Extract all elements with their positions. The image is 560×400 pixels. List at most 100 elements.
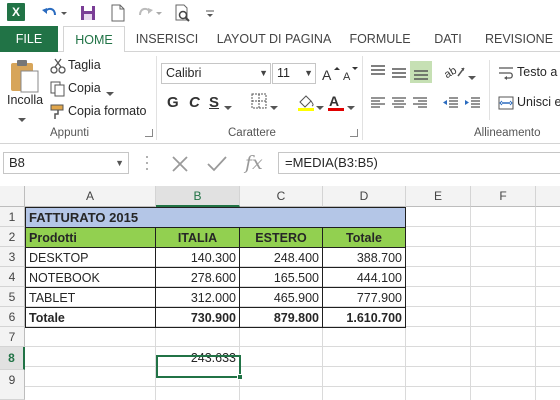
redo-icon[interactable] (135, 3, 155, 23)
tab-insert[interactable]: INSERISCI (131, 26, 203, 52)
column-header-f[interactable]: F (471, 186, 536, 207)
row-header-2[interactable]: 2 (0, 227, 25, 247)
row-header-6[interactable]: 6 (0, 307, 25, 327)
copy-dropdown-icon[interactable] (106, 86, 114, 100)
tab-file[interactable]: FILE (0, 26, 58, 52)
select-all-corner[interactable] (0, 186, 25, 207)
insert-function-button[interactable]: fx (245, 152, 263, 174)
table-cell-product[interactable]: NOTEBOOK (25, 267, 156, 288)
header-cell-estero[interactable]: ESTERO (239, 227, 323, 248)
header-cell-italia[interactable]: ITALIA (155, 227, 240, 248)
merge-center-icon[interactable] (498, 95, 514, 114)
total-label-cell[interactable]: Totale (25, 307, 156, 328)
print-preview-icon[interactable] (172, 3, 192, 23)
wrap-text-icon[interactable] (498, 65, 514, 84)
table-cell-estero[interactable]: 165.500 (239, 267, 323, 288)
row-header-3[interactable]: 3 (0, 247, 25, 267)
copy-icon[interactable] (50, 81, 66, 100)
fill-handle[interactable] (237, 374, 243, 380)
align-right-icon[interactable] (411, 96, 429, 113)
row-header-8[interactable]: 8 (0, 347, 25, 370)
paste-dropdown-icon[interactable] (17, 112, 27, 126)
fill-color-icon[interactable] (296, 92, 316, 115)
underline-button[interactable]: S (209, 94, 219, 111)
total-totale-cell[interactable]: 1.610.700 (322, 307, 406, 328)
font-color-icon[interactable]: A (326, 92, 346, 115)
table-cell-product[interactable]: TABLET (25, 287, 156, 308)
new-document-icon[interactable] (108, 3, 128, 23)
row-header-9[interactable]: 9 (0, 370, 25, 400)
paste-button[interactable]: Incolla (7, 93, 43, 107)
format-painter-button[interactable]: Copia formato (68, 104, 147, 118)
font-size-select[interactable]: 11 ▼ (272, 63, 316, 84)
borders-icon[interactable] (251, 93, 267, 112)
header-cell-products[interactable]: Prodotti (25, 227, 156, 248)
fill-color-dropdown-icon[interactable] (316, 100, 324, 114)
table-cell-italia[interactable]: 312.000 (155, 287, 240, 308)
underline-dropdown-icon[interactable] (224, 100, 232, 114)
font-color-dropdown-icon[interactable] (347, 100, 355, 114)
decrease-font-icon[interactable]: A (343, 66, 361, 85)
cancel-icon[interactable] (170, 154, 190, 177)
font-launcher-icon[interactable] (350, 129, 358, 137)
formula-bar-grip-icon[interactable] (145, 153, 149, 176)
save-icon[interactable] (78, 3, 98, 23)
row-header-7[interactable]: 7 (0, 327, 25, 347)
table-cell-totale[interactable]: 388.700 (322, 247, 406, 268)
decrease-indent-icon[interactable] (442, 96, 460, 113)
italic-button[interactable]: C (189, 94, 200, 111)
increase-indent-icon[interactable] (464, 96, 482, 113)
merge-center-button[interactable]: Unisci e (517, 95, 560, 109)
cut-icon[interactable] (50, 58, 66, 77)
row-header-4[interactable]: 4 (0, 267, 25, 287)
wrap-text-button[interactable]: Testo a (517, 65, 557, 79)
column-header-d[interactable]: D (323, 186, 406, 207)
orientation-dropdown-icon[interactable] (468, 70, 476, 84)
tab-page-layout[interactable]: LAYOUT DI PAGINA (210, 26, 338, 52)
row-header-1[interactable]: 1 (0, 207, 25, 227)
table-cell-italia[interactable]: 140.300 (155, 247, 240, 268)
table-cell-totale[interactable]: 777.900 (322, 287, 406, 308)
column-header-e[interactable]: E (406, 186, 471, 207)
tab-formulas[interactable]: FORMULE (345, 26, 415, 52)
font-family-select[interactable]: Calibri ▼ (161, 63, 271, 84)
formula-input[interactable]: =MEDIA(B3:B5) (278, 152, 560, 174)
tab-data[interactable]: DATI (424, 26, 472, 52)
title-cell[interactable]: FATTURATO 2015 (25, 207, 406, 228)
align-middle-icon[interactable] (390, 64, 408, 83)
row-header-5[interactable]: 5 (0, 287, 25, 307)
tab-review[interactable]: REVISIONE (480, 26, 558, 52)
undo-icon[interactable] (40, 3, 60, 23)
table-cell-product[interactable]: DESKTOP (25, 247, 156, 268)
total-estero-cell[interactable]: 879.800 (239, 307, 323, 328)
column-header-next[interactable] (536, 186, 560, 207)
table-cell-italia[interactable]: 278.600 (155, 267, 240, 288)
undo-dropdown-icon[interactable] (60, 3, 68, 23)
enter-icon[interactable] (206, 154, 228, 177)
orientation-icon[interactable]: ab (442, 62, 466, 83)
redo-dropdown-icon[interactable] (155, 3, 163, 23)
table-cell-estero[interactable]: 248.400 (239, 247, 323, 268)
tab-home[interactable]: HOME (63, 26, 125, 53)
align-left-icon[interactable] (369, 96, 387, 113)
column-header-b[interactable]: B (156, 186, 240, 207)
paste-icon[interactable] (8, 58, 40, 97)
column-header-c[interactable]: C (240, 186, 323, 207)
table-cell-totale[interactable]: 444.100 (322, 267, 406, 288)
increase-font-icon[interactable]: A (322, 66, 340, 85)
align-bottom-icon[interactable] (410, 61, 432, 83)
table-cell-estero[interactable]: 465.900 (239, 287, 323, 308)
column-header-a[interactable]: A (25, 186, 156, 207)
header-cell-totale[interactable]: Totale (322, 227, 406, 248)
name-box[interactable]: B8 ▼ (3, 152, 129, 174)
copy-button[interactable]: Copia (68, 81, 101, 95)
total-italia-cell[interactable]: 730.900 (155, 307, 240, 328)
format-painter-icon[interactable] (50, 104, 66, 123)
borders-dropdown-icon[interactable] (270, 100, 278, 114)
align-center-icon[interactable] (390, 96, 408, 113)
customize-toolbar-icon[interactable] (205, 3, 215, 23)
cut-button[interactable]: Taglia (68, 58, 101, 72)
clipboard-launcher-icon[interactable] (145, 129, 153, 137)
bold-button[interactable]: G (167, 94, 179, 111)
align-top-icon[interactable] (369, 64, 387, 83)
